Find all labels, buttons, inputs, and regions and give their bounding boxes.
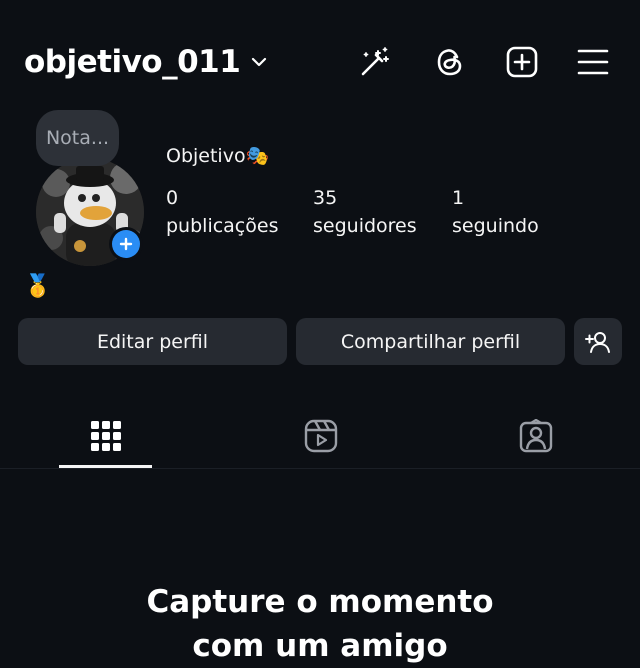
edit-profile-label: Editar perfil [96, 330, 209, 353]
edit-profile-button[interactable]: Editar perfil [18, 318, 287, 365]
stat-followers-value: 35 [313, 187, 338, 209]
chevron-down-icon [250, 56, 268, 68]
stat-posts[interactable]: 0 publicações [166, 184, 278, 240]
tagged-user-icon [519, 419, 552, 453]
tab-reels[interactable] [274, 404, 367, 468]
share-profile-button[interactable]: Compartilhar perfil [296, 318, 565, 365]
tab-tagged[interactable] [489, 404, 582, 468]
empty-state-title: Capture o momento com um amigo [0, 580, 640, 668]
display-name: Objetivo🎭 [166, 145, 270, 167]
discover-people-button[interactable] [574, 318, 622, 365]
stat-following-value: 1 [452, 187, 465, 209]
empty-state-line2: com um amigo [192, 628, 448, 664]
tab-posts-grid[interactable] [59, 404, 152, 468]
note-bubble[interactable]: Nota... [36, 110, 119, 166]
stat-following-label: seguindo [452, 215, 539, 237]
magic-wand-icon[interactable] [352, 40, 396, 84]
reels-icon [304, 419, 337, 453]
share-profile-label: Compartilhar perfil [340, 330, 521, 353]
username-switcher[interactable]: objetivo_011 [24, 40, 268, 84]
bio: 🥇 [24, 274, 52, 299]
stat-followers-label: seguidores [313, 215, 417, 237]
add-person-icon [585, 331, 610, 353]
stat-followers[interactable]: 35 seguidores [313, 184, 417, 240]
add-story-button[interactable] [109, 227, 143, 261]
tabs-divider [0, 468, 640, 469]
stat-following[interactable]: 1 seguindo [452, 184, 539, 240]
note-placeholder: Nota... [45, 127, 110, 149]
plus-icon [119, 237, 133, 251]
create-post-icon[interactable] [500, 40, 544, 84]
menu-icon[interactable] [571, 40, 615, 84]
stat-posts-label: publicações [166, 215, 279, 237]
grid-icon [90, 421, 121, 451]
threads-icon[interactable] [428, 40, 472, 84]
username: objetivo_011 [24, 44, 241, 80]
stat-posts-value: 0 [166, 187, 179, 209]
empty-state-line1: Capture o momento [146, 584, 494, 620]
